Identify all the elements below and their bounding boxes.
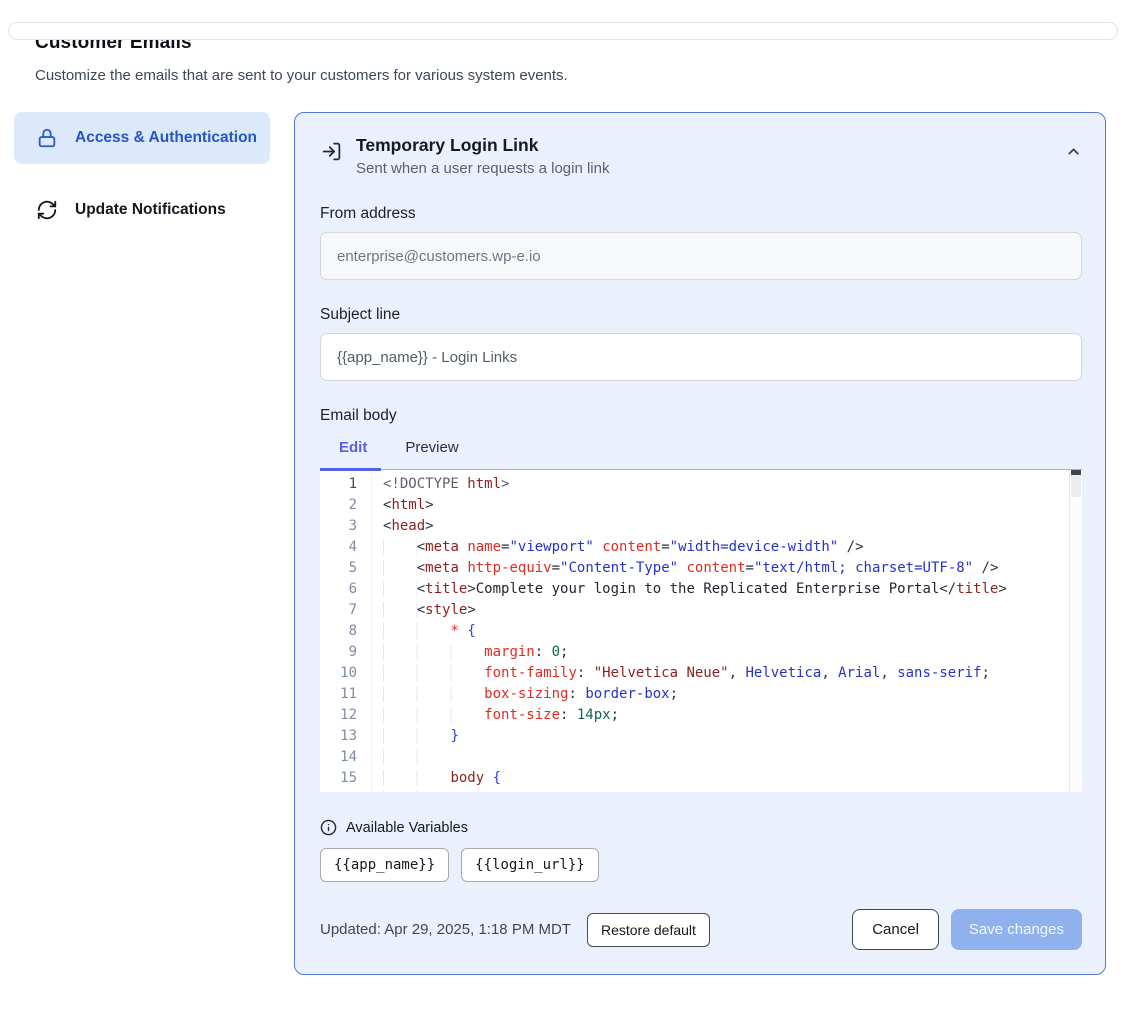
code-line [383, 747, 1065, 768]
sidebar-item-access-authentication[interactable]: Access & Authentication [14, 112, 270, 164]
code-line: margin: 0; [383, 642, 1065, 663]
code-line: <!DOCTYPE html> [383, 474, 1065, 495]
variable-chip-app-name[interactable]: {{app_name}} [320, 848, 449, 882]
code-line: <html> [383, 495, 1065, 516]
code-line: <title>Complete your login to the Replic… [383, 579, 1065, 600]
card-subtitle: Sent when a user requests a login link [356, 160, 609, 177]
scrollbar-thumb-shadow [1071, 475, 1081, 497]
sidebar-item-label: Update Notifications [75, 198, 226, 222]
log-in-icon [321, 141, 342, 162]
from-address-input[interactable] [320, 232, 1082, 280]
variable-chips: {{app_name}} {{login_url}} [320, 848, 1082, 882]
code-line: } [383, 726, 1065, 747]
info-icon [320, 819, 337, 836]
active-tab-indicator [320, 468, 381, 471]
code-line: font-size: 14px; [383, 705, 1065, 726]
code-line: font-family: "Helvetica Neue", Helvetica… [383, 663, 1065, 684]
editor-tabs: Edit Preview [320, 439, 1082, 456]
subject-line-input[interactable] [320, 333, 1082, 381]
save-changes-button[interactable]: Save changes [951, 909, 1082, 950]
code-line: <head> [383, 516, 1065, 537]
code-editor[interactable]: 12345678910111213141516 <!DOCTYPE html><… [320, 470, 1082, 792]
chevron-up-icon [1065, 143, 1082, 160]
sidebar-item-label: Access & Authentication [75, 126, 257, 150]
tab-edit[interactable]: Edit [339, 439, 367, 456]
line-number-gutter: 12345678910111213141516 [320, 470, 372, 792]
page-subtitle: Customize the emails that are sent to yo… [35, 67, 1093, 84]
code-line: <meta name="viewport" content="width=dev… [383, 537, 1065, 558]
sidebar: Access & Authentication Update Notificat… [14, 112, 270, 236]
lock-icon [36, 127, 58, 149]
editor-scrollbar[interactable] [1069, 470, 1082, 792]
updated-timestamp: Updated: Apr 29, 2025, 1:18 PM MDT [320, 921, 571, 938]
previous-card-bottom-edge [8, 22, 1118, 40]
code-line: <meta http-equiv="Content-Type" content=… [383, 558, 1065, 579]
code-line: body { [383, 768, 1065, 789]
sidebar-item-update-notifications[interactable]: Update Notifications [14, 184, 270, 236]
code-line: box-sizing: border-box; [383, 684, 1065, 705]
tab-preview[interactable]: Preview [405, 439, 458, 456]
subject-line-label: Subject line [320, 306, 1082, 324]
from-address-label: From address [320, 205, 1082, 223]
restore-default-button[interactable]: Restore default [587, 913, 710, 947]
code-line: background-color: #f6f6f6; [383, 789, 1065, 792]
card-title: Temporary Login Link [356, 135, 609, 156]
code-content[interactable]: <!DOCTYPE html><html><head> <meta name="… [372, 470, 1069, 792]
code-line: <style> [383, 600, 1065, 621]
code-line: * { [383, 621, 1065, 642]
email-body-label: Email body [320, 407, 1082, 425]
cancel-button[interactable]: Cancel [852, 909, 939, 950]
available-variables-label: Available Variables [346, 820, 468, 836]
refresh-icon [36, 199, 58, 221]
variable-chip-login-url[interactable]: {{login_url}} [461, 848, 599, 882]
collapse-button[interactable] [1065, 143, 1082, 160]
temporary-login-link-card: Temporary Login Link Sent when a user re… [294, 112, 1106, 975]
